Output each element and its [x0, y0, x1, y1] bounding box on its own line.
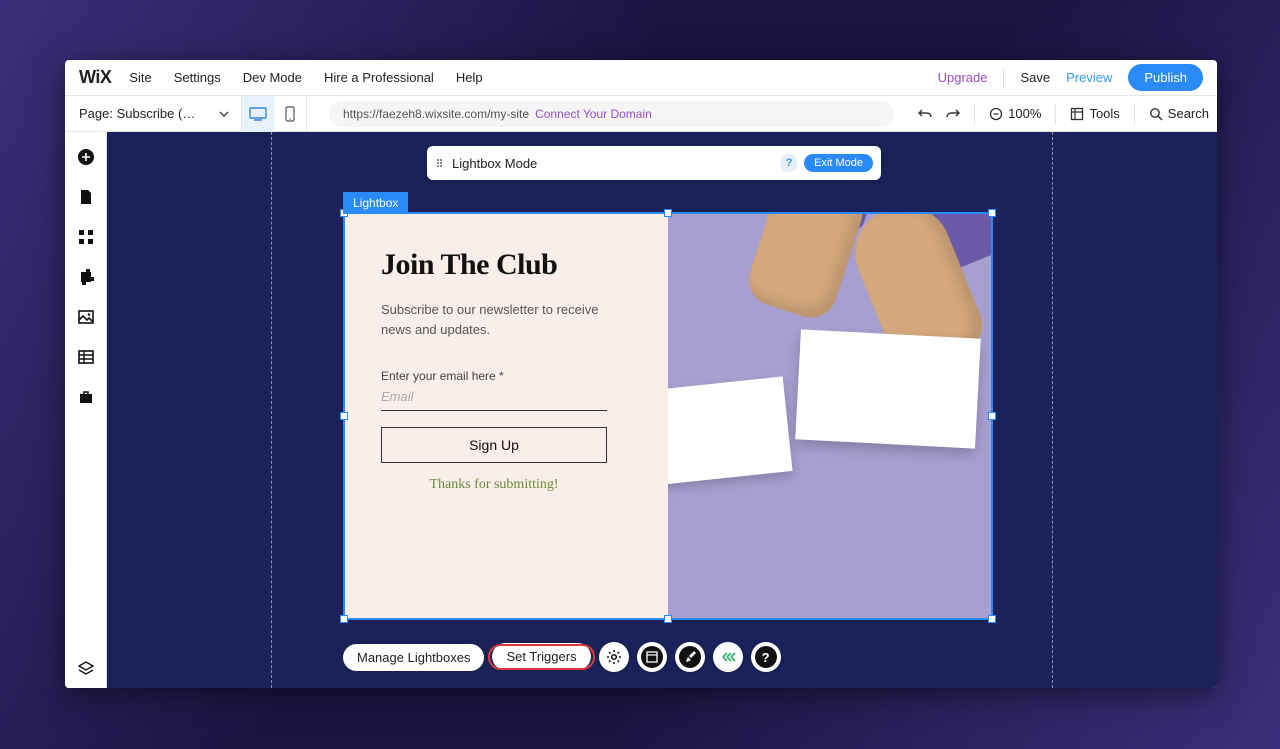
resize-handle[interactable] [988, 209, 996, 217]
wix-logo: WiX [79, 67, 111, 88]
mobile-icon [285, 106, 295, 122]
page-selector[interactable]: Page: Subscribe (… [79, 106, 229, 121]
lightbox-tag[interactable]: Lightbox [343, 192, 408, 214]
undo-button[interactable] [918, 107, 932, 121]
editor-window: WiX Site Settings Dev Mode Hire a Profes… [65, 60, 1217, 688]
search-button[interactable]: Search [1149, 106, 1209, 121]
layout-panel-button[interactable] [77, 228, 95, 246]
resize-handle[interactable] [664, 209, 672, 217]
divider [1055, 103, 1056, 125]
animation-button[interactable] [713, 642, 743, 672]
connect-domain-link[interactable]: Connect Your Domain [535, 107, 652, 121]
design-button[interactable] [675, 642, 705, 672]
resize-handle[interactable] [988, 412, 996, 420]
lightbox-actions-toolbar: Manage Lightboxes Set Triggers ? [343, 642, 781, 672]
tools-icon [1070, 107, 1084, 121]
search-icon [1149, 107, 1163, 121]
help-button[interactable]: ? [751, 642, 781, 672]
business-panel-button[interactable] [77, 388, 95, 406]
search-label: Search [1168, 106, 1209, 121]
editor-toolbar: Page: Subscribe (… https://faezeh8.wixsi… [65, 96, 1217, 132]
url-bar[interactable]: https://faezeh8.wixsite.com/my-site Conn… [329, 101, 894, 127]
drag-handle-icon[interactable] [437, 159, 442, 167]
briefcase-icon [79, 390, 93, 404]
divider [974, 103, 975, 125]
divider [1003, 69, 1004, 87]
desktop-icon [249, 107, 267, 121]
layout-icon [641, 646, 663, 668]
preview-button[interactable]: Preview [1066, 70, 1112, 85]
resize-handle[interactable] [340, 412, 348, 420]
animation-icon [720, 649, 736, 665]
layers-icon [78, 661, 94, 677]
redo-button[interactable] [946, 107, 960, 121]
redo-icon [946, 107, 960, 121]
undo-icon [918, 107, 932, 121]
set-triggers-button[interactable]: Set Triggers [492, 643, 590, 670]
menu-settings[interactable]: Settings [174, 70, 221, 85]
publish-button[interactable]: Publish [1128, 64, 1203, 91]
tools-label: Tools [1089, 106, 1119, 121]
question-icon: ? [755, 646, 777, 668]
page-label: Page: Subscribe (… [79, 106, 195, 121]
zoom-icon [989, 107, 1003, 121]
menu-items: Site Settings Dev Mode Hire a Profession… [129, 70, 482, 85]
paintbrush-icon [679, 646, 701, 668]
help-icon[interactable]: ? [780, 154, 798, 172]
puzzle-icon [78, 269, 94, 285]
pages-panel-button[interactable] [77, 188, 95, 206]
exit-mode-button[interactable]: Exit Mode [804, 154, 873, 172]
save-button[interactable]: Save [1020, 70, 1050, 85]
gear-icon [606, 649, 622, 665]
device-switcher [241, 96, 307, 132]
menu-devmode[interactable]: Dev Mode [243, 70, 302, 85]
top-menubar: WiX Site Settings Dev Mode Hire a Profes… [65, 60, 1217, 96]
page-icon [79, 189, 93, 205]
mode-label: Lightbox Mode [452, 156, 537, 171]
apps-panel-button[interactable] [77, 268, 95, 286]
resize-handle[interactable] [988, 615, 996, 623]
grid-icon [78, 229, 94, 245]
resize-handle[interactable] [340, 615, 348, 623]
add-panel-button[interactable] [77, 148, 95, 166]
zoom-level: 100% [1008, 106, 1041, 121]
lightbox-selection-frame[interactable] [343, 212, 993, 620]
plus-circle-icon [77, 148, 95, 166]
tools-button[interactable]: Tools [1070, 106, 1119, 121]
table-icon [78, 350, 94, 364]
data-panel-button[interactable] [77, 348, 95, 366]
left-rail [65, 132, 107, 688]
layers-panel-button[interactable] [77, 660, 95, 678]
menu-hire[interactable]: Hire a Professional [324, 70, 434, 85]
media-panel-button[interactable] [77, 308, 95, 326]
manage-lightboxes-button[interactable]: Manage Lightboxes [343, 644, 484, 671]
resize-handle[interactable] [664, 615, 672, 623]
lightbox-mode-bar[interactable]: Lightbox Mode ? Exit Mode [427, 146, 881, 180]
chevron-down-icon [219, 109, 229, 119]
layout-button[interactable] [637, 642, 667, 672]
image-icon [78, 310, 94, 324]
settings-button[interactable] [599, 642, 629, 672]
menu-help[interactable]: Help [456, 70, 483, 85]
upgrade-link[interactable]: Upgrade [938, 70, 988, 85]
zoom-control[interactable]: 100% [989, 106, 1041, 121]
divider [1134, 103, 1135, 125]
mobile-device-button[interactable] [274, 96, 306, 132]
editor-canvas[interactable]: Lightbox Mode ? Exit Mode Lightbox Join … [107, 132, 1217, 688]
site-url: https://faezeh8.wixsite.com/my-site [343, 107, 529, 121]
guide-left [271, 132, 272, 688]
desktop-device-button[interactable] [242, 96, 274, 132]
guide-right [1052, 132, 1053, 688]
menu-site[interactable]: Site [129, 70, 151, 85]
